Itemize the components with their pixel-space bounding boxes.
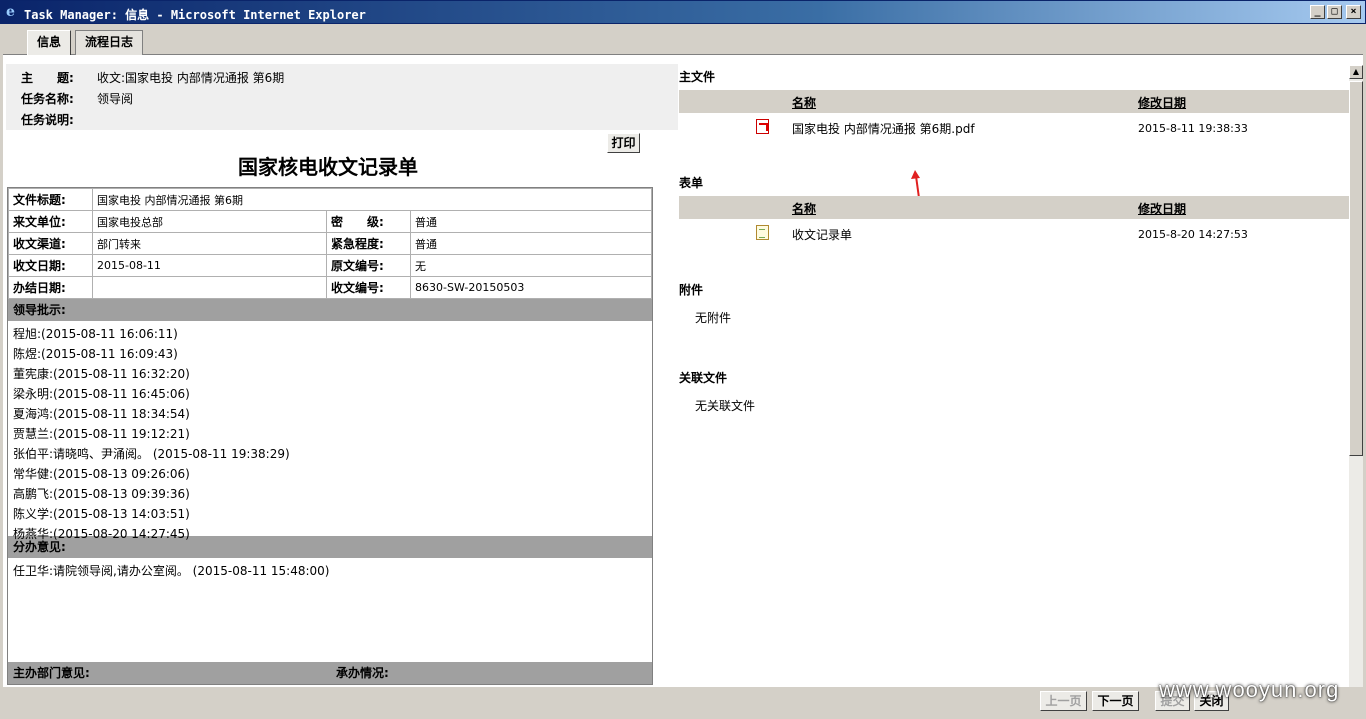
vertical-scrollbar[interactable]: ▲: [1349, 65, 1363, 687]
secret-value: 普通: [410, 210, 652, 233]
leader-instructions-list: 程旭:(2015-08-11 16:06:11) 陈煜:(2015-08-11 1…: [8, 321, 652, 541]
no-attachments-text: 无附件: [695, 311, 732, 325]
scroll-up-icon[interactable]: ▲: [1349, 65, 1363, 79]
dept-opinion-label: 主办部门意见:: [13, 666, 90, 680]
attachments-title: 附件: [679, 283, 704, 297]
scroll-thumb[interactable]: [1349, 81, 1363, 456]
leader-entry: 夏海鸿:(2015-08-11 18:34:54): [13, 407, 190, 421]
from-unit-value: 国家电投总部: [92, 210, 327, 233]
print-button[interactable]: 打印: [607, 133, 640, 153]
finish-date-value: [92, 276, 327, 299]
leader-entry: 董宪康:(2015-08-11 16:32:20): [13, 367, 190, 381]
from-unit-label: 来文单位:: [8, 210, 93, 233]
prev-page-button[interactable]: 上一页: [1040, 691, 1087, 711]
window-controls: _ □ ×: [1310, 5, 1361, 19]
urgency-value: 普通: [410, 232, 652, 255]
file-title-label: 文件标题:: [8, 188, 93, 211]
forms-header: 名称 修改日期: [679, 196, 1350, 219]
leader-entry: 梁永明:(2015-08-11 16:45:06): [13, 387, 190, 401]
secret-label: 密 级:: [326, 210, 411, 233]
close-window-button[interactable]: ×: [1346, 5, 1361, 19]
urgency-label: 紧急程度:: [326, 232, 411, 255]
form-icon: [756, 225, 769, 240]
leader-entry: 程旭:(2015-08-11 16:06:11): [13, 327, 178, 341]
leader-entry: 张伯平:请晓鸣、尹涌阅。 (2015-08-11 19:38:29): [13, 447, 290, 461]
receive-no-value: 8630-SW-20150503: [410, 276, 652, 299]
tab-workflow-log[interactable]: 流程日志: [75, 30, 144, 55]
main-file-col-date[interactable]: 修改日期: [1138, 94, 1186, 111]
watermark: www.wooyun.org: [1159, 677, 1340, 702]
leader-entry: 高鹏飞:(2015-08-13 09:39:36): [13, 487, 190, 501]
main-file-title: 主文件: [679, 70, 716, 84]
task-header: 主 题: 收文:国家电投 内部情况通报 第6期 任务名称: 领导阅 任务说明:: [6, 64, 678, 130]
window-titlebar: e Task Manager: 信息 - Microsoft Internet …: [0, 0, 1366, 24]
related-files-title: 关联文件: [679, 371, 728, 385]
ie-icon: e: [6, 4, 15, 20]
main-file-date: 2015-8-11 19:38:33: [1138, 122, 1248, 135]
tab-info[interactable]: 信息: [27, 30, 72, 56]
main-file-col-name[interactable]: 名称: [792, 94, 816, 111]
form-name[interactable]: 收文记录单: [792, 226, 852, 243]
receipt-form: 文件标题: 国家电投 内部情况通报 第6期 来文单位: 国家电投总部 密 级: …: [7, 187, 653, 685]
main-file-header: 名称 修改日期: [679, 90, 1350, 113]
forms-row[interactable]: 收文记录单 2015-8-20 14:27:53: [679, 219, 1350, 247]
next-page-button[interactable]: 下一页: [1092, 691, 1139, 711]
task-name-label: 任务名称:: [21, 92, 74, 106]
document-title: 国家核电收文记录单: [238, 155, 418, 179]
leader-entry: 陈煜:(2015-08-11 16:09:43): [13, 347, 178, 361]
channel-label: 收文渠道:: [8, 232, 93, 255]
minimize-button[interactable]: _: [1310, 5, 1325, 19]
task-desc-label: 任务说明:: [21, 113, 74, 127]
forms-title: 表单: [679, 176, 704, 190]
leader-entry: 陈义学:(2015-08-13 14:03:51): [13, 507, 190, 521]
forms-col-name[interactable]: 名称: [792, 200, 816, 217]
leader-entry: 常华健:(2015-08-13 09:26:06): [13, 467, 190, 481]
receive-no-label: 收文编号:: [326, 276, 411, 299]
assign-opinion-list: 任卫华:请院领导阅,请办公室阅。 (2015-08-11 15:48:00): [8, 558, 652, 662]
channel-value: 部门转来: [92, 232, 327, 255]
no-related-files-text: 无关联文件: [695, 399, 756, 413]
bottom-section-header: 主办部门意见: 承办情况:: [8, 662, 652, 684]
forms-col-date[interactable]: 修改日期: [1138, 200, 1186, 217]
handling-label: 承办情况:: [336, 666, 389, 680]
original-no-label: 原文编号:: [326, 254, 411, 277]
file-title-value: 国家电投 内部情况通报 第6期: [92, 188, 652, 211]
assign-entry: 任卫华:请院领导阅,请办公室阅。 (2015-08-11 15:48:00): [13, 564, 330, 578]
leader-instructions-header: 领导批示:: [8, 299, 652, 321]
pdf-icon: [756, 119, 769, 134]
subject-label: 主 题:: [21, 71, 74, 85]
receive-date-label: 收文日期:: [8, 254, 93, 277]
original-no-value: 无: [410, 254, 652, 277]
main-file-row[interactable]: 国家电投 内部情况通报 第6期.pdf 2015-8-11 19:38:33: [679, 113, 1350, 141]
main-file-table: 名称 修改日期 国家电投 内部情况通报 第6期.pdf 2015-8-11 19…: [679, 90, 1350, 199]
maximize-button[interactable]: □: [1327, 5, 1342, 19]
leader-entry: 贾慧兰:(2015-08-11 19:12:21): [13, 427, 190, 441]
content-area: 主 题: 收文:国家电投 内部情况通报 第6期 任务名称: 领导阅 任务说明: 打印…: [3, 55, 1363, 687]
subject-value: 收文:国家电投 内部情况通报 第6期: [97, 71, 285, 85]
main-file-name[interactable]: 国家电投 内部情况通报 第6期.pdf: [792, 120, 975, 137]
form-date: 2015-8-20 14:27:53: [1138, 228, 1248, 241]
forms-table: 名称 修改日期 收文记录单 2015-8-20 14:27:53: [679, 196, 1350, 247]
finish-date-label: 办结日期:: [8, 276, 93, 299]
tab-bar: 信息 流程日志: [3, 24, 1363, 56]
window-title: Task Manager: 信息 - Microsoft Internet Ex…: [24, 8, 366, 22]
receive-date-value: 2015-08-11: [92, 254, 327, 277]
task-name-value: 领导阅: [97, 92, 134, 106]
